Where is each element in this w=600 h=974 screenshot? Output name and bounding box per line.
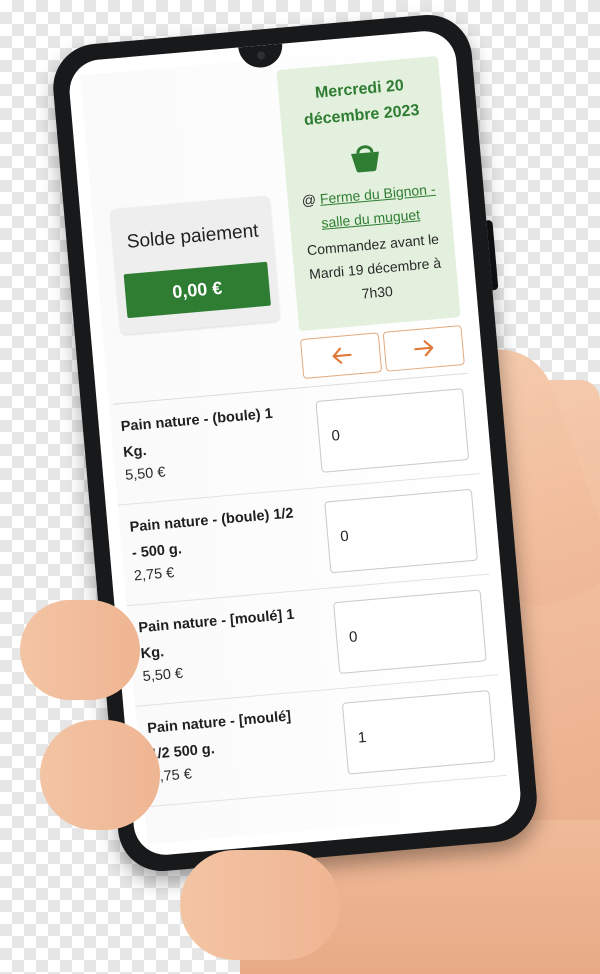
previous-date-button[interactable] — [299, 332, 383, 380]
basket-icon — [346, 137, 385, 176]
arrow-left-icon — [331, 347, 352, 364]
product-list: Pain nature - (boule) 1 Kg. 5,50 € Pain … — [108, 373, 507, 808]
next-date-button[interactable] — [382, 325, 465, 372]
product-info: Pain nature - (boule) 1 Kg. 5,50 € — [120, 400, 293, 484]
place-link[interactable]: Ferme du Bignon - salle du muguet — [319, 181, 436, 231]
delivery-card: Mercredi 20 décembre 2023 @ Ferme du Big… — [276, 56, 461, 332]
quantity-input[interactable] — [315, 388, 470, 473]
phone-side-button — [486, 219, 499, 291]
quantity-input[interactable] — [333, 589, 487, 675]
quantity-input[interactable] — [324, 488, 478, 574]
finger — [40, 720, 160, 830]
order-deadline: Commandez avant le Mardi 19 décembre à 7… — [306, 230, 442, 302]
delivery-date: Mercredi 20 décembre 2023 — [303, 77, 421, 129]
order-page: Solde paiement 0,00 € Mercredi 20 décemb… — [80, 43, 511, 845]
balance-label: Solde paiement — [125, 220, 260, 253]
product-info: Pain nature - [moulé] 1/2 500 g. 2,75 € — [146, 701, 319, 785]
product-info: Pain nature - [moulé] 1 Kg. 5,50 € — [137, 601, 310, 685]
finger — [20, 600, 140, 700]
camera-lens — [256, 51, 266, 60]
date-navigation — [299, 325, 465, 380]
place-prefix: @ — [301, 191, 317, 209]
finger — [180, 850, 340, 960]
arrow-right-icon — [413, 340, 433, 357]
quantity-input[interactable] — [341, 690, 496, 775]
payment-balance-card: Solde paiement 0,00 € — [109, 195, 281, 335]
product-info: Pain nature - (boule) 1/2 - 500 g. 2,75 … — [129, 500, 302, 584]
header-section: Solde paiement 0,00 € Mercredi 20 décemb… — [80, 44, 471, 404]
balance-amount: 0,00 € — [123, 261, 271, 319]
